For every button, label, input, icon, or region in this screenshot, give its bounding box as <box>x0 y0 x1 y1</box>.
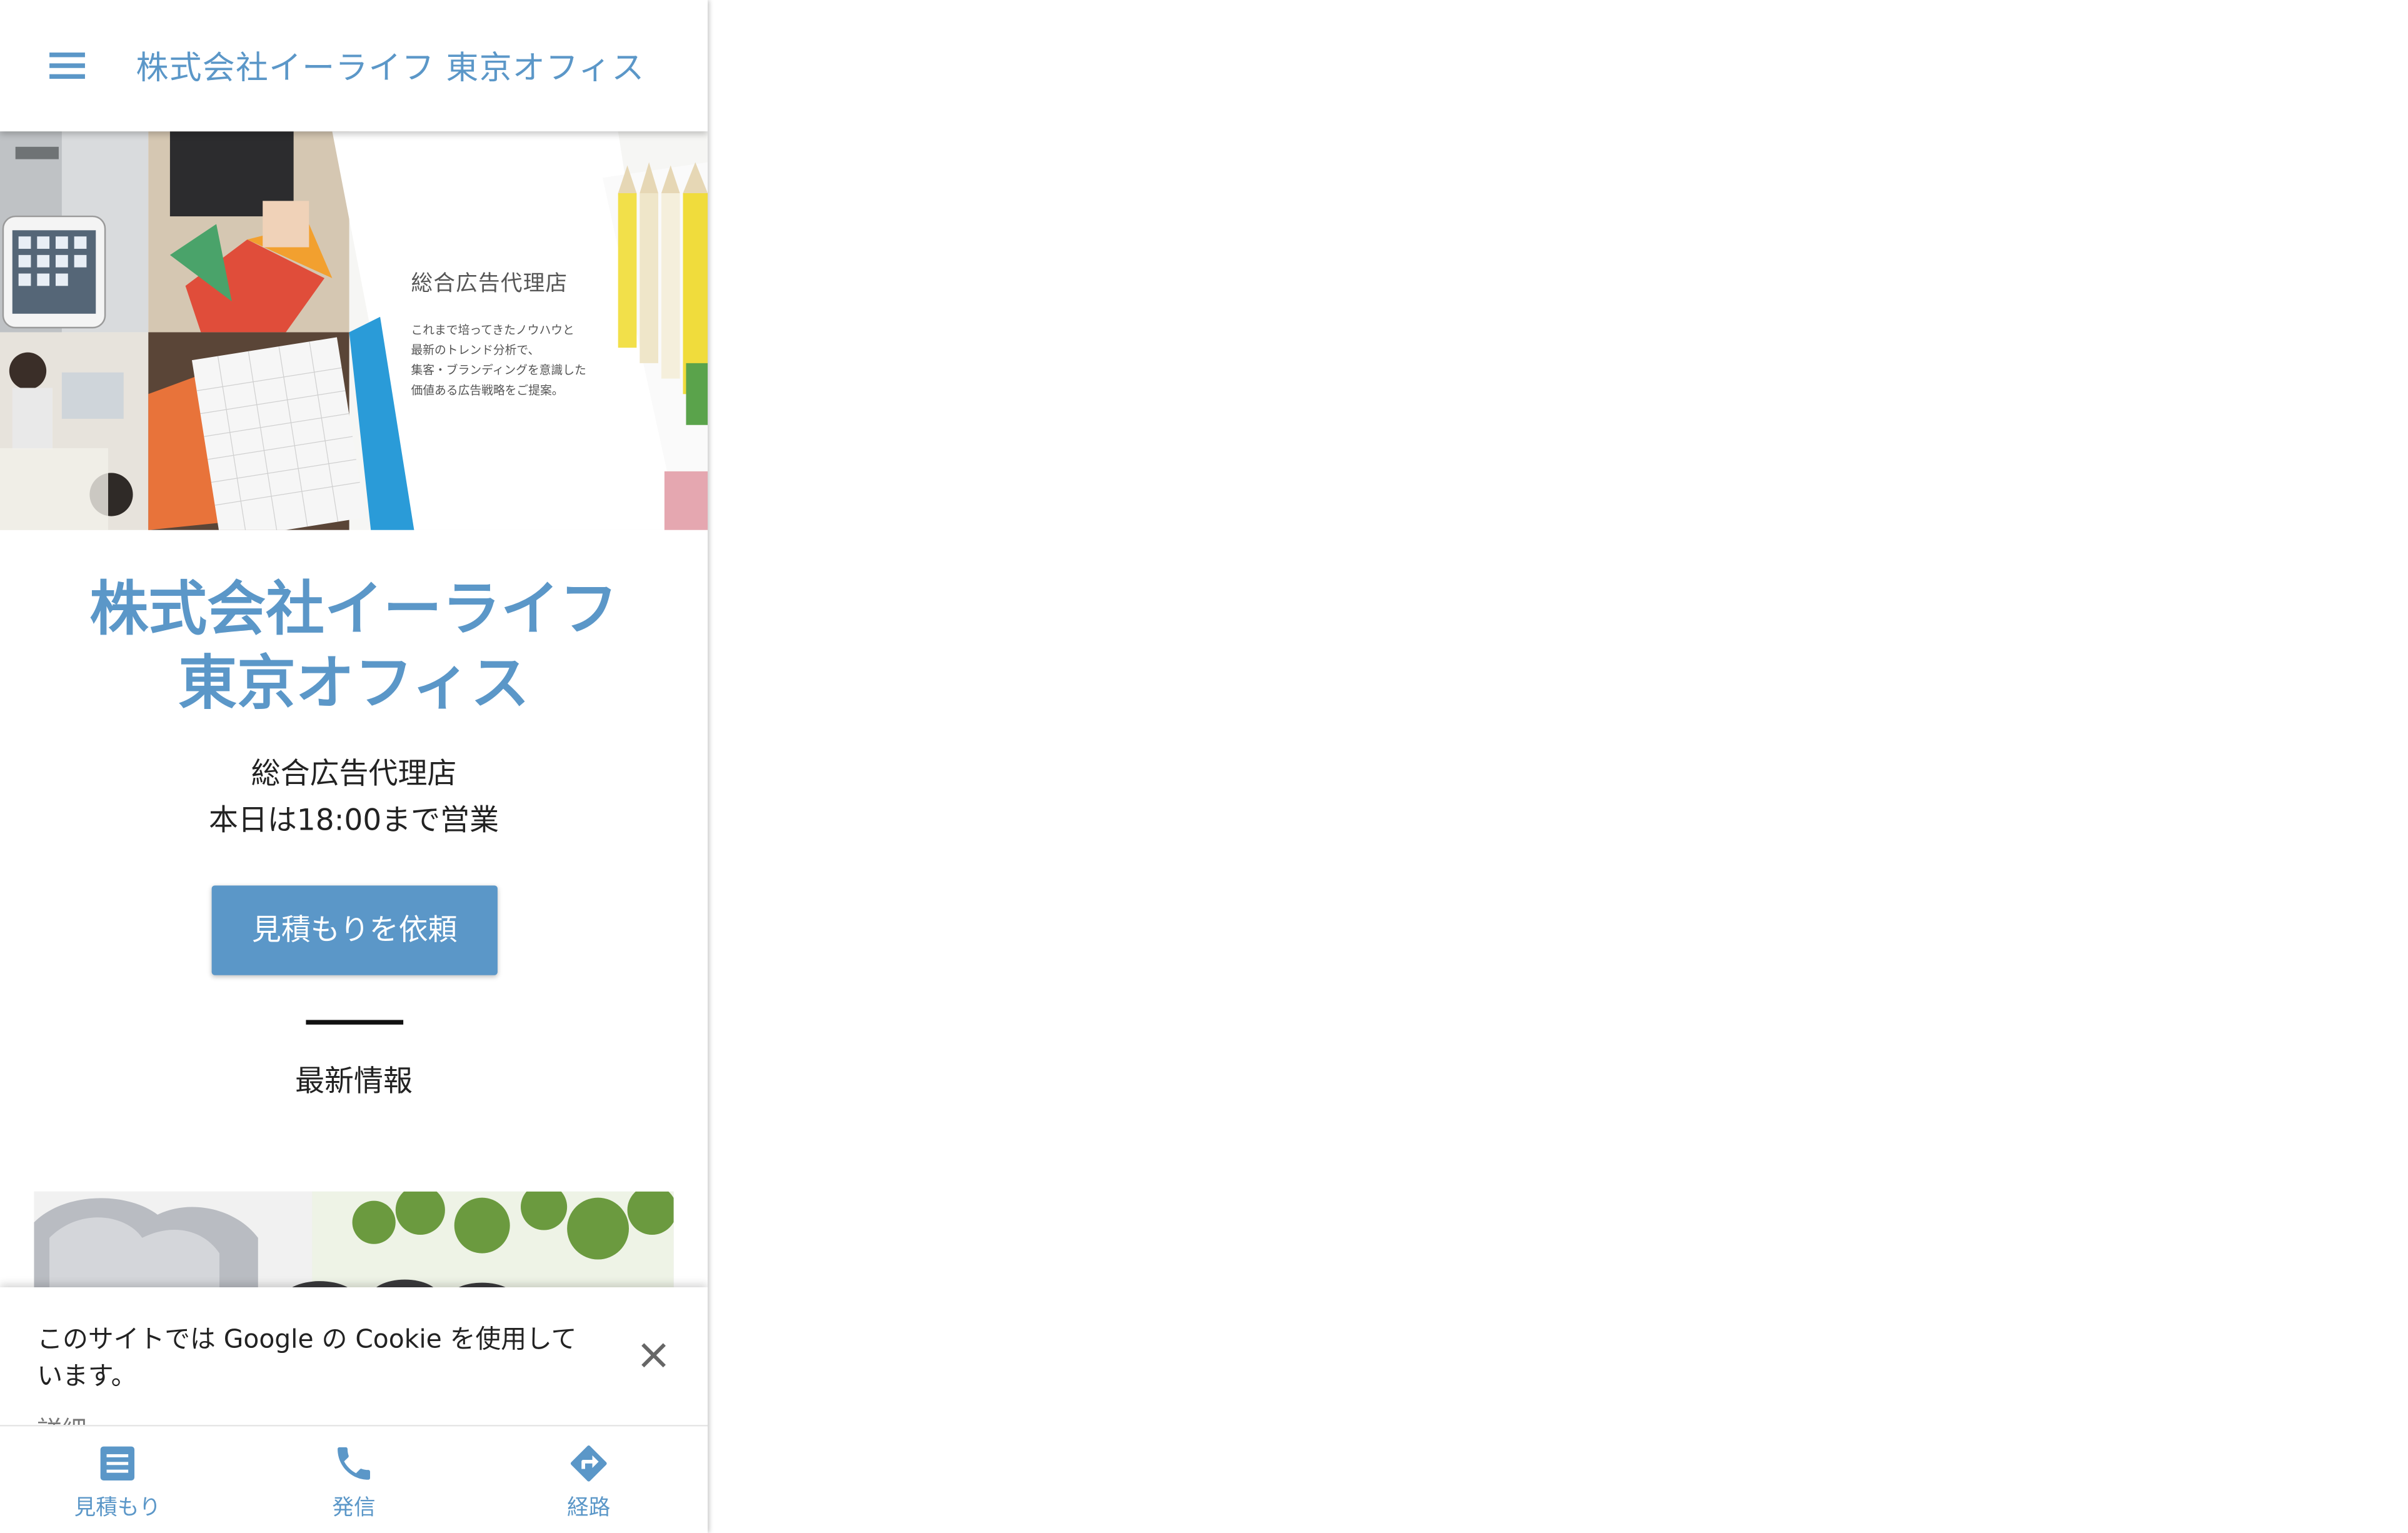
quote-icon <box>100 1446 135 1480</box>
section-divider <box>306 1020 404 1025</box>
cookie-message: このサイトでは Google の Cookie を使用しています。 <box>37 1324 577 1391</box>
hamburger-menu-icon[interactable] <box>49 48 86 82</box>
hero-body: これまで培ってきたノウハウと 最新のトレンド分析で、 集客・ブランディングを意識… <box>411 323 586 398</box>
app-bar: 株式会社イーライフ 東京オフィス <box>0 0 708 132</box>
bottom-nav: 見積もり 発信 経路 <box>0 1424 708 1533</box>
mobile-site-column: 株式会社イーライフ 東京オフィス 総合広告代理店 これまで培ってきたノウハウと … <box>0 0 708 1533</box>
bottom-nav-directions[interactable]: 経路 <box>471 1426 706 1533</box>
news-heading: 最新情報 <box>295 1065 413 1099</box>
hero-caption: 総合広告代理店 これまで培ってきたノウハウと 最新のトレンド分析で、 集客・ブラ… <box>411 268 586 401</box>
request-quote-button[interactable]: 見積もりを依頼 <box>211 885 498 975</box>
bottom-nav-quote-label: 見積もり <box>74 1495 161 1521</box>
hero-heading: 総合広告代理店 <box>411 272 568 297</box>
bottom-nav-call-label: 発信 <box>332 1495 376 1521</box>
business-name: 株式会社イーライフ 東京オフィス <box>89 575 618 717</box>
close-icon[interactable] <box>632 1334 675 1377</box>
bottom-nav-directions-label: 経路 <box>567 1495 611 1521</box>
directions-icon <box>570 1445 607 1482</box>
bottom-nav-call[interactable]: 発信 <box>236 1426 471 1533</box>
phone-icon <box>338 1447 370 1480</box>
business-category: 総合広告代理店 <box>251 757 457 792</box>
business-hours: 本日は18:00まで営業 <box>208 803 499 838</box>
hero-image: 総合広告代理店 これまで培ってきたノウハウと 最新のトレンド分析で、 集客・ブラ… <box>0 131 708 530</box>
cookie-banner: このサイトでは Google の Cookie を使用しています。 詳細 <box>0 1287 708 1445</box>
app-bar-title[interactable]: 株式会社イーライフ 東京オフィス <box>136 43 645 89</box>
bottom-nav-quote[interactable]: 見積もり <box>0 1426 235 1533</box>
hero-collage-graphic <box>0 131 708 530</box>
